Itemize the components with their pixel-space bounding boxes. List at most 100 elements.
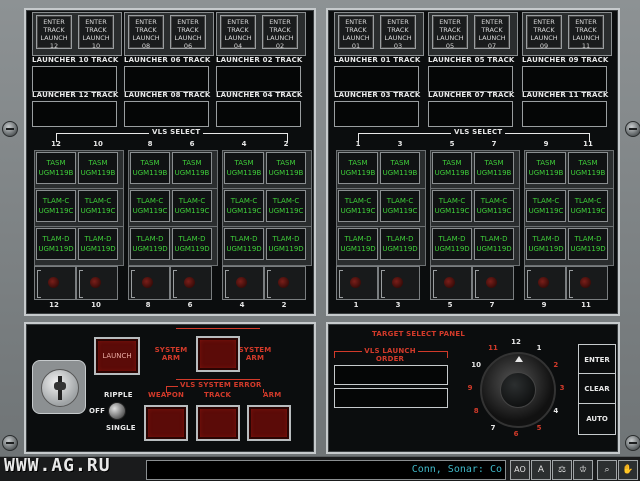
right_top-enter-track-launch-button[interactable]: ENTER TRACK LAUNCH 11 [568,15,604,50]
weapon-designation: UGM119C [132,207,168,215]
right_top-weapon-select-button[interactable]: TASM UGM119B [432,152,472,184]
left_top-weapon-select-button[interactable]: TLAM-D UGM119D [224,228,264,260]
left_top-weapon-select-button[interactable]: TLAM-D UGM119D [78,228,118,260]
right_top-tube-number-bottom: 1 [353,301,359,309]
right_top-enter-track-launch-button[interactable]: ENTER TRACK LAUNCH 01 [338,15,374,50]
weapon-designation: UGM119C [340,207,376,215]
right_top-weapon-select-button[interactable]: TLAM-C UGM119C [526,190,566,222]
weapon-error-button[interactable] [144,405,188,441]
weapon-designation: UGM119D [476,245,512,253]
right_top-weapon-select-button[interactable]: TASM UGM119B [568,152,608,184]
right_top-enter-track-launch-button[interactable]: ENTER TRACK LAUNCH 07 [474,15,510,50]
right_top-weapon-select-button[interactable]: TLAM-D UGM119D [432,228,472,260]
left_top-weapon-select-button[interactable]: TASM UGM119B [130,152,170,184]
left_top-weapon-select-button[interactable]: TASM UGM119B [78,152,118,184]
weapon-designation: UGM119C [226,207,262,215]
left_top-weapon-select-button[interactable]: TASM UGM119B [36,152,76,184]
left_top-weapon-select-button[interactable]: TLAM-C UGM119C [130,190,170,222]
right_top-enter-track-launch-button[interactable]: ENTER TRACK LAUNCH 09 [526,15,562,50]
right_top-weapon-select-button[interactable]: TASM UGM119B [380,152,420,184]
ao-button[interactable]: AO [510,460,530,480]
left_top-tube-number: 4 [241,140,247,148]
left_top-weapon-select-button[interactable]: TLAM-D UGM119D [130,228,170,260]
screw-icon [625,121,640,137]
left_top-weapon-select-button[interactable]: TLAM-D UGM119D [266,228,306,260]
left_top-weapon-select-button[interactable]: TLAM-D UGM119D [172,228,212,260]
track-error-button[interactable] [196,405,240,441]
left_top-tube-number: 8 [147,140,153,148]
left_top-tube-number-bottom: 10 [91,301,101,309]
watermark: WWW.AG.RU [4,455,111,476]
key-switch[interactable] [32,360,86,414]
weapon-designation: UGM119C [570,207,606,215]
enter-button-text: 05 [445,42,455,50]
system-arm-button[interactable] [196,336,240,372]
weapon-name: TASM [484,159,504,167]
right_top-weapon-select-button[interactable]: TLAM-D UGM119D [380,228,420,260]
launch-order-box-2 [334,388,448,408]
right_top-enter-track-launch-button[interactable]: ENTER TRACK LAUNCH 03 [380,15,416,50]
right_top-tube-status-lamp [378,266,420,300]
left_top-enter-track-launch-button[interactable]: ENTER TRACK LAUNCH 10 [78,15,114,50]
right_top-weapon-select-button[interactable]: TLAM-C UGM119C [380,190,420,222]
left_top-weapon-select-button[interactable]: TASM UGM119B [266,152,306,184]
weapon-designation: UGM119B [570,169,606,177]
right_top-weapon-select-button[interactable]: TLAM-C UGM119C [568,190,608,222]
left_top-enter-track-launch-button[interactable]: ENTER TRACK LAUNCH 12 [36,15,72,50]
enter-button-text: TRACK [439,26,461,34]
right_top-weapon-select-button[interactable]: TLAM-D UGM119D [526,228,566,260]
launch-button[interactable]: LAUNCH [94,337,140,375]
right_top-weapon-select-button[interactable]: TLAM-D UGM119D [338,228,378,260]
enter-button-text: 08 [141,42,151,50]
enter-button-text: ENTER [177,18,199,26]
left_top-weapon-select-button[interactable]: TLAM-C UGM119C [266,190,306,222]
left_top-weapon-select-button[interactable]: TLAM-D UGM119D [36,228,76,260]
weapon-designation: UGM119B [80,169,116,177]
chess-icon[interactable]: ♔ [573,460,593,480]
ripple-toggle-switch[interactable] [108,402,126,420]
left_top-enter-track-launch-button[interactable]: ENTER TRACK LAUNCH 06 [170,15,206,50]
left_top-tube-status-lamp [128,266,170,300]
right_top-weapon-select-button[interactable]: TLAM-C UGM119C [474,190,514,222]
left_top-weapon-select-button[interactable]: TLAM-C UGM119C [36,190,76,222]
right_top-weapon-select-button[interactable]: TASM UGM119B [526,152,566,184]
right_top-weapon-select-button[interactable]: TASM UGM119B [474,152,514,184]
weapon-name: TLAM-C [84,197,112,205]
dial-pointer-icon [515,356,523,362]
right_top-tube-number-bottom: 5 [447,301,453,309]
hand-icon[interactable]: ✋ [618,460,638,480]
target-auto-button[interactable]: AUTO [578,403,616,435]
left_top-weapon-select-button[interactable]: TASM UGM119B [224,152,264,184]
left_top-weapon-select-button[interactable]: TASM UGM119B [172,152,212,184]
left_top-weapon-select-button[interactable]: TLAM-C UGM119C [224,190,264,222]
right_top-track-display [334,66,419,92]
arm-error-button[interactable] [247,405,291,441]
left_top-tube-number-bottom: 12 [49,301,59,309]
right_top-tube-number: 1 [355,140,361,148]
left_top-enter-track-launch-button[interactable]: ENTER TRACK LAUNCH 02 [262,15,298,50]
left_top-tube-number-bottom: 6 [187,301,193,309]
enter-button-text: 06 [183,42,193,50]
left_top-weapon-select-button[interactable]: TLAM-C UGM119C [172,190,212,222]
target-clear-button[interactable]: CLEAR [578,373,616,405]
right_top-weapon-select-button[interactable]: TLAM-C UGM119C [338,190,378,222]
right_top-weapon-select-button[interactable]: TLAM-D UGM119D [568,228,608,260]
target-enter-button[interactable]: ENTER [578,344,616,376]
weapon-name: TASM [234,159,254,167]
weapon-designation: UGM119D [226,245,262,253]
weapon-designation: UGM119B [528,169,564,177]
weapon-name: TLAM-C [480,197,508,205]
right_top-weapon-select-button[interactable]: TLAM-C UGM119C [432,190,472,222]
left_top-enter-track-launch-button[interactable]: ENTER TRACK LAUNCH 04 [220,15,256,50]
right_top-track-display [522,101,607,127]
target-dial[interactable] [480,352,556,428]
font-icon[interactable]: A [531,460,551,480]
scales-icon[interactable]: ⚖ [552,460,572,480]
zoom-icon[interactable]: ⌕ [597,460,617,480]
enter-button-text: LAUNCH [132,34,160,42]
left_top-enter-track-launch-button[interactable]: ENTER TRACK LAUNCH 08 [128,15,164,50]
right_top-enter-track-launch-button[interactable]: ENTER TRACK LAUNCH 05 [432,15,468,50]
left_top-weapon-select-button[interactable]: TLAM-C UGM119C [78,190,118,222]
right_top-weapon-select-button[interactable]: TASM UGM119B [338,152,378,184]
right_top-weapon-select-button[interactable]: TLAM-D UGM119D [474,228,514,260]
